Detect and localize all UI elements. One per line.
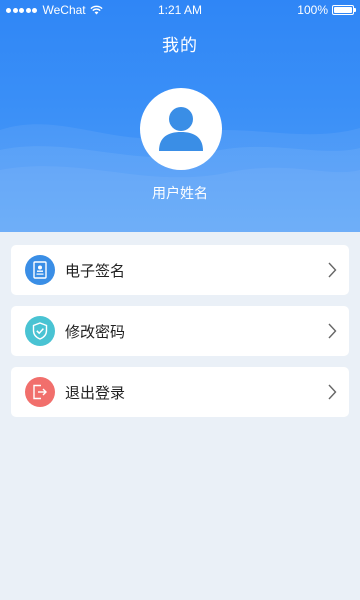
- menu-item-label: 退出登录: [65, 383, 126, 402]
- status-right: 100%: [297, 3, 356, 17]
- menu-item-e-signature[interactable]: 电子签名: [11, 245, 349, 295]
- battery-fill: [334, 7, 352, 13]
- chevron-right-icon: [328, 262, 337, 278]
- icon-badge: [25, 316, 55, 346]
- status-bar: WeChat 1:21 AM 100%: [0, 0, 360, 20]
- user-avatar-icon: [159, 107, 203, 151]
- icon-badge: [25, 255, 55, 285]
- profile-header: WeChat 1:21 AM 100% 我的 用户姓名: [0, 0, 360, 232]
- logout-icon: [33, 384, 47, 400]
- chevron-right-icon: [328, 384, 337, 400]
- battery-percent: 100%: [297, 3, 328, 17]
- menu-item-logout[interactable]: 退出登录: [11, 367, 349, 417]
- profile-screen: WeChat 1:21 AM 100% 我的 用户姓名 电子签名 修改密码 退出…: [0, 0, 360, 600]
- chevron-right-icon: [328, 323, 337, 339]
- shield-icon: [32, 322, 48, 340]
- avatar[interactable]: [140, 88, 222, 170]
- signature-doc-icon: [33, 261, 47, 279]
- battery-icon: [332, 5, 356, 15]
- page-title: 我的: [162, 36, 198, 56]
- menu-item-label: 电子签名: [65, 261, 126, 280]
- menu-item-change-password[interactable]: 修改密码: [11, 306, 349, 356]
- username: 用户姓名: [152, 186, 208, 202]
- icon-badge: [25, 377, 55, 407]
- menu-list: 电子签名 修改密码 退出登录: [11, 245, 349, 428]
- menu-item-label: 修改密码: [65, 322, 126, 341]
